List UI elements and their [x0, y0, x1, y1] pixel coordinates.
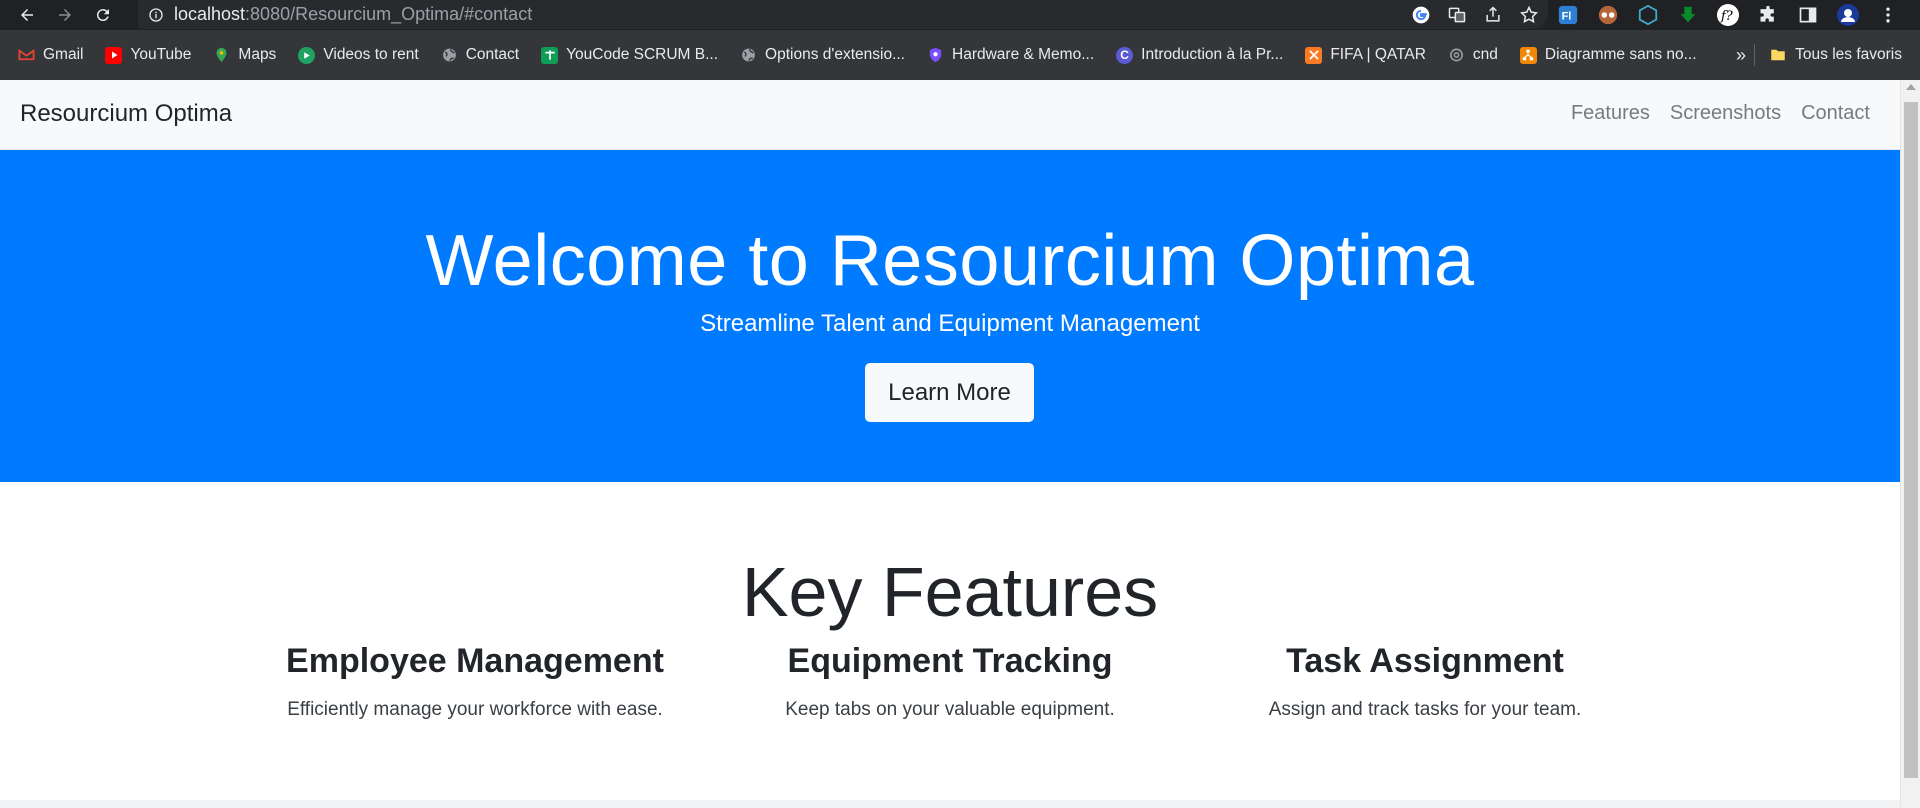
hero-subtitle: Streamline Talent and Equipment Manageme… [700, 310, 1200, 337]
bookmark-options-extension[interactable]: Options d'extensio... [740, 46, 905, 64]
feature-card: Employee Management Efficiently manage y… [245, 642, 705, 721]
extension-download-icon[interactable] [1676, 3, 1700, 27]
reload-icon [96, 9, 109, 22]
page-scrollbar[interactable] [1900, 80, 1920, 808]
profile-avatar-icon[interactable] [1836, 3, 1860, 27]
arrow-right-icon [59, 9, 71, 21]
back-button[interactable] [12, 0, 42, 30]
bookmarks-overflow-button[interactable]: » [1736, 30, 1746, 80]
nav-link-screenshots[interactable]: Screenshots [1670, 102, 1781, 125]
nav-link-contact[interactable]: Contact [1801, 102, 1870, 125]
page-viewport: Resourcium Optima Features Screenshots C… [0, 80, 1920, 808]
bookmark-videos-to-rent[interactable]: Videos to rent [298, 46, 419, 64]
globe-icon [441, 47, 458, 64]
translate-icon[interactable] [1446, 4, 1468, 26]
site-navbar: Resourcium Optima Features Screenshots C… [0, 80, 1900, 150]
feature-title: Task Assignment [1286, 642, 1564, 680]
drawio-icon [1519, 46, 1537, 64]
learn-more-button[interactable]: Learn More [865, 363, 1034, 422]
bookmark-youtube[interactable]: YouTube [105, 46, 191, 64]
bookmarks-bar: Gmail YouTube Maps Videos to rent Contac… [0, 30, 1920, 80]
svg-text:f?: f? [1720, 9, 1734, 24]
bookmark-fifa-qatar[interactable]: FIFA | QATAR [1305, 46, 1426, 64]
bookmark-hardware-memo[interactable]: Hardware & Memo... [927, 46, 1094, 64]
bookmark-cnd[interactable]: cnd [1448, 46, 1498, 64]
scrollbar-thumb[interactable] [1904, 102, 1918, 778]
extension-hex-icon[interactable] [1636, 3, 1660, 27]
bookmarks-divider [1754, 44, 1756, 66]
feature-text: Keep tabs on your valuable equipment. [785, 699, 1115, 720]
features-heading: Key Features [741, 553, 1159, 631]
scroll-up-arrow-icon[interactable] [1906, 84, 1916, 90]
feature-card: Equipment Tracking Keep tabs on your val… [720, 642, 1180, 721]
bookmark-diagramme[interactable]: Diagramme sans no... [1519, 46, 1697, 64]
extensions-puzzle-icon[interactable] [1756, 3, 1780, 27]
bookmark-maps[interactable]: Maps [213, 46, 276, 64]
address-bar[interactable]: localhost:8080/Resourcium_Optima/#contac… [138, 0, 1548, 29]
site-brand[interactable]: Resourcium Optima [20, 100, 232, 128]
c-icon: C [1116, 46, 1134, 64]
bookmark-youcode-scrum[interactable]: YouCode SCRUM B... [541, 46, 718, 64]
sheets-icon [541, 46, 559, 64]
arrow-left-icon [21, 9, 33, 21]
next-section-edge [0, 800, 1900, 808]
chrome-menu-icon[interactable] [1876, 3, 1900, 27]
bookmark-gmail[interactable]: Gmail [18, 46, 83, 64]
browser-toolbar: localhost:8080/Resourcium_Optima/#contac… [0, 0, 1920, 30]
url-host: localhost [174, 4, 246, 24]
url-path: :8080/Resourcium_Optima/#contact [245, 4, 533, 24]
bookmark-contact[interactable]: Contact [441, 46, 519, 64]
reload-button[interactable] [88, 0, 118, 30]
share-icon[interactable] [1482, 4, 1504, 26]
google-icon[interactable] [1410, 4, 1432, 26]
gmail-icon [18, 47, 35, 64]
feature-title: Employee Management [286, 642, 664, 680]
features-section: Key Features Employee Management Efficie… [0, 482, 1900, 808]
youtube-icon [105, 46, 123, 64]
globe-icon [740, 47, 757, 64]
xampp-icon [1305, 46, 1323, 64]
feature-text: Assign and track tasks for your team. [1268, 699, 1582, 720]
forward-button[interactable] [50, 0, 80, 30]
all-bookmarks-button[interactable]: Tous les favoris [1754, 30, 1902, 80]
extension-fi-icon[interactable]: Fl [1556, 3, 1580, 27]
extension-eyes-icon[interactable] [1596, 3, 1620, 27]
feature-text: Efficiently manage your workforce with e… [287, 699, 663, 720]
shield-icon [927, 47, 944, 64]
feature-card: Task Assignment Assign and track tasks f… [1195, 642, 1655, 721]
side-panel-icon[interactable] [1796, 3, 1820, 27]
star-icon[interactable] [1518, 4, 1540, 26]
hero-title: Welcome to Resourcium Optima [425, 221, 1475, 301]
nav-links: Features Screenshots Contact [1571, 102, 1870, 125]
info-icon[interactable] [148, 7, 164, 23]
extension-formula-icon[interactable]: f? [1716, 3, 1740, 27]
chatgpt-icon [1448, 47, 1465, 64]
feature-title: Equipment Tracking [787, 642, 1113, 680]
video-icon [298, 46, 316, 64]
nav-link-features[interactable]: Features [1571, 102, 1650, 125]
maps-icon [213, 47, 230, 64]
bookmark-introduction[interactable]: C Introduction à la Pr... [1116, 46, 1283, 64]
folder-icon [1769, 46, 1787, 64]
svg-text:Fl: Fl [1562, 11, 1572, 23]
hero-section: Welcome to Resourcium Optima Streamline … [0, 150, 1900, 482]
